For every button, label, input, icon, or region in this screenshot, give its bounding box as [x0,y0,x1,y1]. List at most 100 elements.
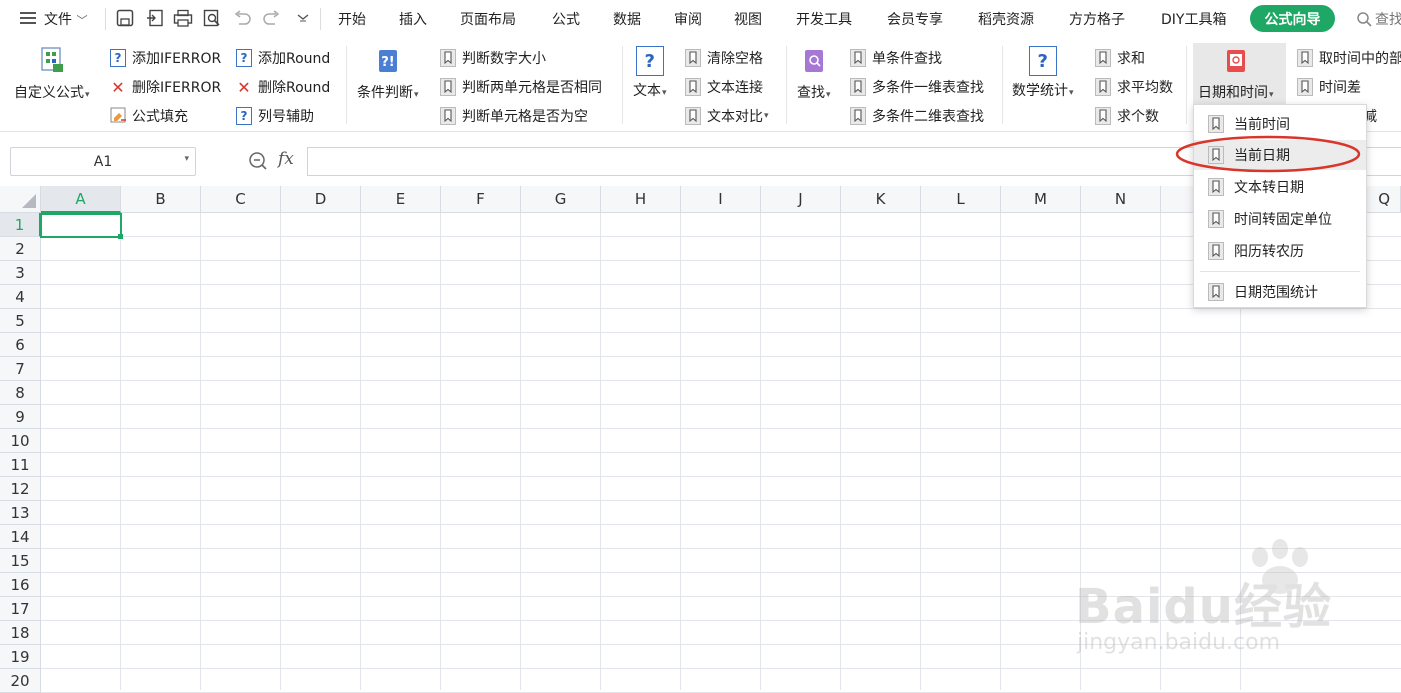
tab-docer[interactable]: 稻壳资源 [978,9,1034,29]
datetime-button[interactable]: 日期和时间▾ [1198,48,1274,102]
compare-empty-button[interactable]: 判断单元格是否为空 [440,105,588,127]
tab-formulas[interactable]: 公式 [552,9,580,29]
tab-home[interactable]: 开始 [338,9,366,29]
row-header-8[interactable]: 8 [0,381,41,405]
take-part-button[interactable]: 取时间中的部 [1297,47,1401,69]
clear-space-button[interactable]: 清除空格 [685,47,763,69]
column-header-n[interactable]: N [1081,186,1161,213]
add-iferror-button[interactable]: ? 添加IFERROR [110,47,221,69]
tab-formula-wizard[interactable]: 公式向导 [1250,5,1335,32]
undo-icon[interactable] [231,7,253,29]
column-header-a[interactable]: A [41,186,121,213]
row-header-13[interactable]: 13 [0,501,41,525]
name-box[interactable]: A1 ▾ [10,147,196,176]
column-header-b[interactable]: B [121,186,201,213]
print-icon[interactable] [172,7,194,29]
row-header-12[interactable]: 12 [0,477,41,501]
row-header-15[interactable]: 15 [0,549,41,573]
hamburger-icon[interactable] [18,7,38,29]
tab-page-layout[interactable]: 页面布局 [460,9,516,29]
row-header-10[interactable]: 10 [0,429,41,453]
tab-view[interactable]: 视图 [734,9,762,29]
row-header-19[interactable]: 19 [0,645,41,669]
tab-ffgz[interactable]: 方方格子 [1069,9,1125,29]
export-pdf-icon[interactable] [144,7,166,29]
tab-insert[interactable]: 插入 [399,9,427,29]
row-header-9[interactable]: 9 [0,405,41,429]
zoom-search-icon[interactable] [248,151,268,171]
redo-icon[interactable] [261,7,283,29]
tab-developer[interactable]: 开发工具 [796,9,852,29]
column-assist-button[interactable]: ? 列号辅助 [236,105,314,127]
text-button[interactable]: ? 文本▾ [633,46,667,100]
menu-item-solar-to-lunar[interactable]: 阳历转农历 [1194,236,1366,266]
row-header-5[interactable]: 5 [0,309,41,333]
column-header-d[interactable]: D [281,186,361,213]
column-header-h[interactable]: H [601,186,681,213]
caret-down-icon[interactable]: ▾ [184,154,189,164]
fx-icon[interactable]: fx [278,149,294,169]
lookup-button[interactable]: 查找▾ [797,48,831,102]
tab-data[interactable]: 数据 [613,9,641,29]
delete-round-button[interactable]: ✕ 删除Round [236,76,330,98]
menu-item-label: 日期范围统计 [1234,285,1318,301]
formula-fill-button[interactable]: 公式填充 [110,105,188,127]
custom-formula-button[interactable]: 自定义公式▾ [14,46,90,102]
tab-member[interactable]: 会员专享 [887,9,943,29]
print-preview-icon[interactable] [201,7,223,29]
menu-item-time-to-unit[interactable]: 时间转固定单位 [1194,204,1366,234]
column-header-k[interactable]: K [841,186,921,213]
column-header-i[interactable]: I [681,186,761,213]
divider [320,8,321,30]
row-header-3[interactable]: 3 [0,261,41,285]
row-header-16[interactable]: 16 [0,573,41,597]
save-icon[interactable] [114,7,136,29]
search-box[interactable]: 查找 [1356,9,1401,29]
row-header-11[interactable]: 11 [0,453,41,477]
multi-2d-lookup-label: 多条件二维表查找 [872,109,984,125]
row-header-6[interactable]: 6 [0,333,41,357]
compare-same-button[interactable]: 判断两单元格是否相同 [440,76,602,98]
column-header-e[interactable]: E [361,186,441,213]
menu-item-label: 当前时间 [1234,117,1290,133]
menu-item-date-range-stats[interactable]: 日期范围统计 [1194,277,1366,307]
row-header-4[interactable]: 4 [0,285,41,309]
row-header-7[interactable]: 7 [0,357,41,381]
math-stats-button[interactable]: ? 数学统计▾ [1012,46,1074,100]
take-part-label: 取时间中的部 [1319,51,1401,67]
column-header-j[interactable]: J [761,186,841,213]
column-header-g[interactable]: G [521,186,601,213]
delete-iferror-button[interactable]: ✕ 删除IFERROR [110,76,221,98]
text-concat-button[interactable]: 文本连接 [685,76,763,98]
row-header-18[interactable]: 18 [0,621,41,645]
quick-access-more-icon[interactable] [292,7,314,29]
row-header-20[interactable]: 20 [0,669,41,693]
row-header-2[interactable]: 2 [0,237,41,261]
multi-1d-lookup-button[interactable]: 多条件一维表查找 [850,76,984,98]
row-header-17[interactable]: 17 [0,597,41,621]
watermark-brand: Baidu经验 [1075,579,1332,635]
menu-item-text-to-date[interactable]: 文本转日期 [1194,172,1366,202]
select-all-corner[interactable] [0,186,41,213]
text-compare-button[interactable]: 文本对比 ▾ [685,105,769,127]
add-round-button[interactable]: ? 添加Round [236,47,330,69]
time-diff-button[interactable]: 时间差 [1297,76,1361,98]
condition-button[interactable]: ?! 条件判断▾ [357,48,419,102]
single-lookup-button[interactable]: 单条件查找 [850,47,942,69]
tab-diy-toolbox[interactable]: DIY工具箱 [1161,9,1226,29]
column-header-c[interactable]: C [201,186,281,213]
sum-button[interactable]: 求和 [1095,47,1145,69]
row-header-1[interactable]: 1 [0,213,41,237]
row-header-14[interactable]: 14 [0,525,41,549]
compare-size-button[interactable]: 判断数字大小 [440,47,546,69]
selected-cell-a1[interactable] [40,213,122,238]
fill-handle[interactable] [118,234,123,239]
multi-2d-lookup-button[interactable]: 多条件二维表查找 [850,105,984,127]
column-header-m[interactable]: M [1001,186,1081,213]
tab-review[interactable]: 审阅 [674,9,702,29]
column-header-f[interactable]: F [441,186,521,213]
average-button[interactable]: 求平均数 [1095,76,1173,98]
count-button[interactable]: 求个数 [1095,105,1159,127]
column-header-l[interactable]: L [921,186,1001,213]
file-menu[interactable]: 文件 ﹀ [44,9,87,29]
